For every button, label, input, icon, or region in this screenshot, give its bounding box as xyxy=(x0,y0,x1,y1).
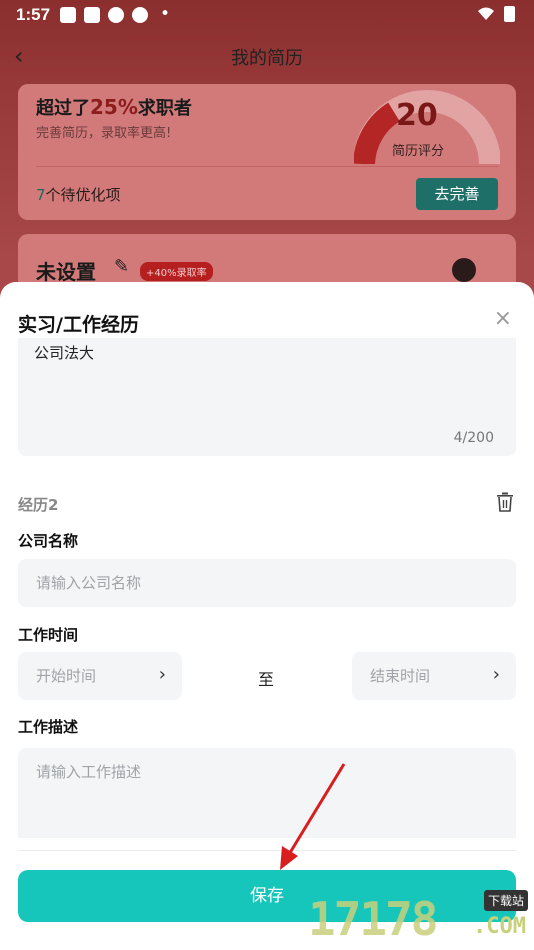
notification-icon xyxy=(60,7,76,23)
resume-score-card: 超过了25%求职者 完善简历，录取率更高! 20 简历评分 7个待优化项 去完善 xyxy=(18,84,516,220)
work-description-input[interactable]: 请输入工作描述 xyxy=(18,748,516,838)
experience-index-label: 经历2 xyxy=(18,496,59,514)
range-separator: 至 xyxy=(258,670,275,689)
previous-description-field[interactable]: 公司法大 4/200 xyxy=(18,338,516,456)
divider xyxy=(18,850,516,851)
app-icon xyxy=(108,7,124,23)
app-icon xyxy=(132,7,148,23)
company-label: 公司名称 xyxy=(18,532,79,550)
pending-items: 7个待优化项 xyxy=(36,186,121,204)
trash-icon[interactable] xyxy=(496,492,514,512)
work-time-label: 工作时间 xyxy=(18,626,79,644)
divider xyxy=(36,166,498,167)
watermark-tag: 下载站 xyxy=(483,890,528,911)
score-label: 简历评分 xyxy=(392,144,445,159)
work-description-label: 工作描述 xyxy=(18,718,79,736)
status-time: 1:57 xyxy=(16,5,51,24)
profile-name: 未设置 xyxy=(36,260,96,284)
score-subtitle: 完善简历，录取率更高! xyxy=(36,126,172,141)
edit-icon[interactable]: ✎ xyxy=(114,256,129,277)
close-icon[interactable]: × xyxy=(494,308,512,330)
end-time-picker[interactable]: 结束时间 › xyxy=(352,652,516,700)
site-watermark: 17178 下载站 .COM xyxy=(308,888,528,946)
company-placeholder: 请输入公司名称 xyxy=(36,574,142,592)
experience-sheet: 实习/工作经历 × 公司法大 4/200 经历2 公司名称 请输入公司名称 工作… xyxy=(0,282,534,950)
admission-badge: +40%录取率 xyxy=(140,262,213,281)
chevron-right-icon: › xyxy=(492,664,500,685)
sheet-title: 实习/工作经历 xyxy=(18,314,139,336)
more-dot: • xyxy=(160,4,171,24)
watermark-digits: 17178 xyxy=(308,892,438,946)
char-counter: 4/200 xyxy=(453,430,494,446)
score-headline: 超过了25%求职者 xyxy=(36,95,192,119)
wifi-battery-icon xyxy=(476,5,520,27)
score-value: 20 xyxy=(396,98,438,133)
avatar[interactable] xyxy=(452,258,476,282)
description-placeholder: 请输入工作描述 xyxy=(36,763,142,781)
start-time-picker[interactable]: 开始时间 › xyxy=(18,652,182,700)
page-title: 我的简历 xyxy=(231,48,303,69)
improve-button[interactable]: 去完善 xyxy=(416,178,498,210)
company-input[interactable]: 请输入公司名称 xyxy=(18,559,516,607)
watermark-domain: .COM xyxy=(473,914,526,939)
start-time-placeholder: 开始时间 xyxy=(36,667,97,685)
notification-icon xyxy=(84,7,100,23)
end-time-placeholder: 结束时间 xyxy=(370,667,431,685)
status-bar: 1:57 • xyxy=(0,0,534,30)
top-nav: ‹ 我的简历 xyxy=(0,36,534,76)
description-value: 公司法大 xyxy=(34,344,95,362)
chevron-right-icon: › xyxy=(158,664,166,685)
